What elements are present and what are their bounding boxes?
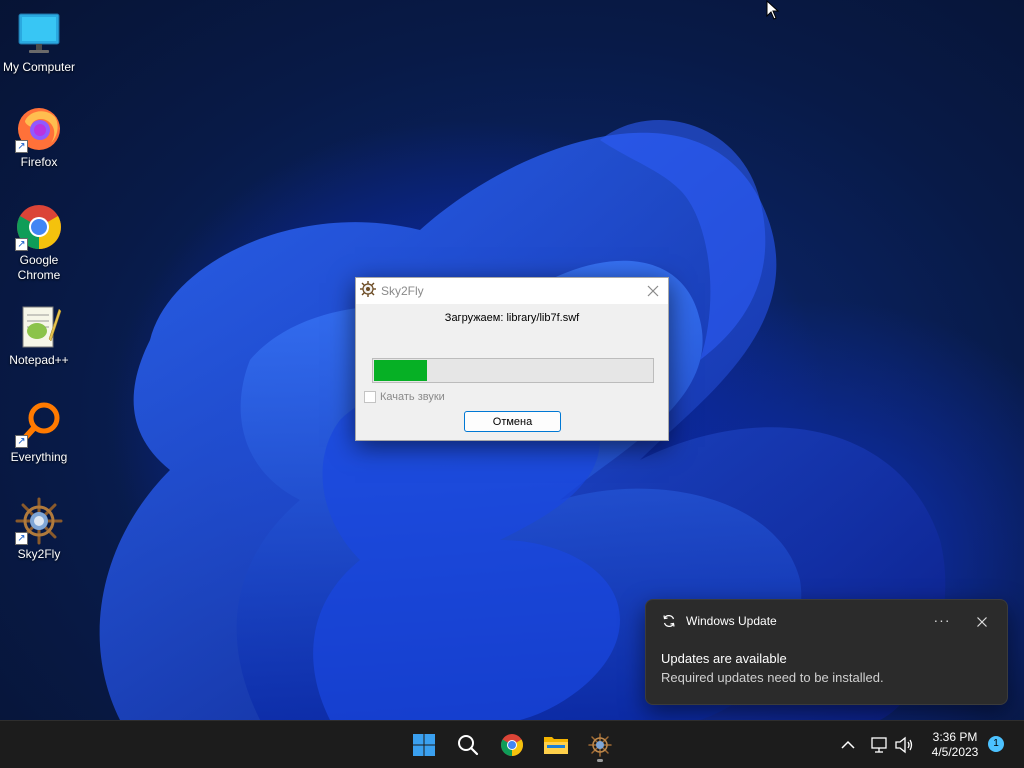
mouse-cursor-icon [766, 0, 780, 25]
firefox-icon: ↗ [15, 105, 63, 153]
notepad-plus-plus-icon [15, 303, 63, 351]
desktop-icon-label: Chrome [17, 268, 61, 282]
chevron-up-icon [841, 740, 855, 749]
desktop-icon-google-chrome[interactable]: ↗ Google Chrome [0, 203, 78, 283]
notification-heading: Updates are available [661, 651, 787, 666]
clock-date: 4/5/2023 [931, 745, 979, 759]
desktop-icon-label: Google [19, 253, 59, 267]
download-sounds-checkbox[interactable] [364, 391, 376, 403]
notification-body: Required updates need to be installed. [661, 670, 884, 685]
refresh-icon [663, 615, 675, 627]
monitor-icon [15, 10, 63, 58]
close-icon [977, 617, 987, 627]
start-button[interactable] [408, 729, 440, 761]
ship-wheel-icon [588, 733, 612, 757]
show-hidden-icons-button[interactable] [832, 729, 864, 761]
network-icon [871, 737, 887, 753]
volume-button[interactable] [888, 729, 920, 761]
taskbar-chrome[interactable] [496, 729, 528, 761]
sky2fly-loading-dialog: Sky2Fly Загружаем: library/lib7f.swf Кач… [355, 277, 669, 441]
shortcut-arrow-icon: ↗ [15, 532, 28, 545]
desktop-icon-everything[interactable]: ↗ Everything [0, 400, 78, 465]
running-indicator [597, 759, 603, 762]
ship-wheel-icon [360, 280, 376, 302]
progress-fill [374, 360, 428, 381]
desktop-icon-notepad-plus-plus[interactable]: Notepad++ [0, 303, 78, 368]
close-button[interactable] [638, 278, 668, 304]
taskbar-sky2fly[interactable] [584, 729, 616, 762]
dismiss-notification-button[interactable] [972, 612, 992, 632]
search-button[interactable] [452, 729, 484, 761]
dialog-title: Sky2Fly [381, 284, 424, 298]
taskbar: 3:36 PM 4/5/2023 [0, 720, 1024, 768]
download-sounds-option[interactable]: Качать звуки [364, 391, 445, 403]
chrome-icon: ↗ [15, 203, 63, 251]
ship-wheel-icon: ↗ [15, 497, 63, 545]
checkbox-label: Качать звуки [380, 391, 445, 403]
desktop-icon-my-computer[interactable]: My Computer [0, 10, 78, 75]
chrome-icon [501, 734, 523, 756]
desktop-icon-label: Everything [10, 450, 68, 464]
dialog-titlebar[interactable]: Sky2Fly [356, 278, 668, 304]
desktop-icon-label: My Computer [2, 60, 76, 74]
desktop-icon-label: Notepad++ [9, 353, 69, 367]
notification-header: Windows Update [662, 614, 777, 628]
loading-progress-bar [372, 358, 654, 383]
clock-time: 3:36 PM [932, 730, 978, 744]
notification-count-badge[interactable]: 1 [988, 736, 1004, 752]
shortcut-arrow-icon: ↗ [15, 140, 28, 153]
desktop-icon-firefox[interactable]: ↗ Firefox [0, 105, 78, 170]
folder-icon [544, 737, 568, 754]
windows-update-notification[interactable]: Windows Update ··· Updates are available… [645, 599, 1008, 705]
shortcut-arrow-icon: ↗ [15, 238, 28, 251]
cancel-button[interactable]: Отмена [464, 411, 561, 432]
windows-logo-icon [413, 734, 435, 756]
taskbar-file-explorer[interactable] [540, 729, 572, 761]
loading-status-text: Загружаем: library/lib7f.swf [444, 312, 580, 324]
desktop-icon-label: Firefox [20, 155, 58, 169]
speaker-icon [895, 736, 913, 754]
desktop-icon-sky2fly[interactable]: ↗ Sky2Fly [0, 497, 78, 562]
close-icon [647, 285, 659, 297]
everything-search-icon: ↗ [15, 400, 63, 448]
shortcut-arrow-icon: ↗ [15, 435, 28, 448]
notification-app-name: Windows Update [686, 614, 777, 628]
more-options-button[interactable]: ··· [931, 612, 953, 630]
taskbar-clock[interactable]: 3:36 PM 4/5/2023 [920, 730, 990, 760]
search-icon [458, 735, 479, 756]
desktop-icon-label: Sky2Fly [17, 547, 61, 561]
